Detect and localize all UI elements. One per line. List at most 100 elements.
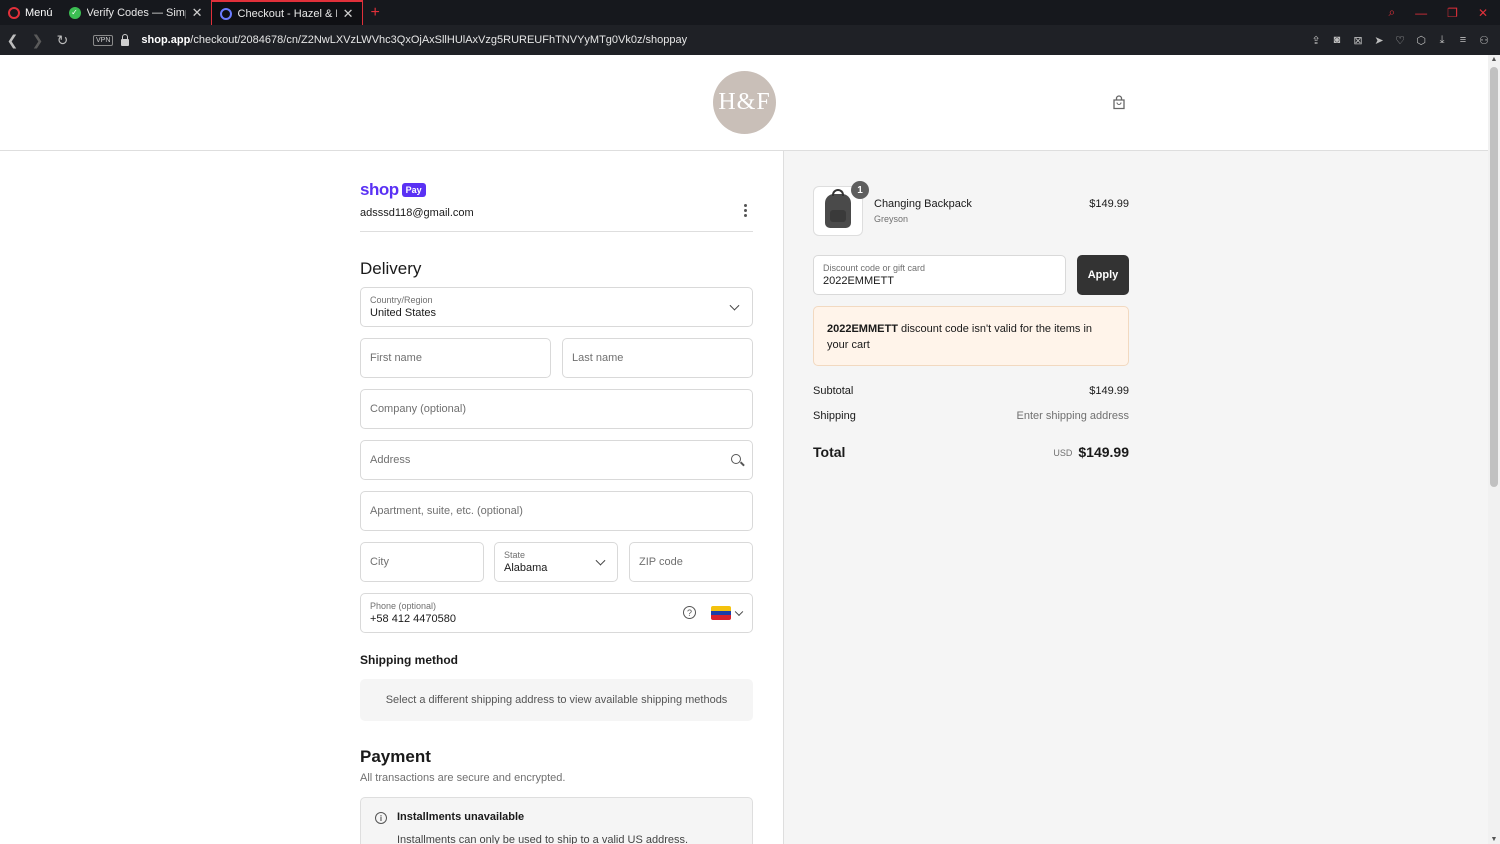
apartment-placeholder: Apartment, suite, etc. (optional) [370, 505, 523, 517]
shipping-value: Enter shipping address [1016, 410, 1129, 422]
first-name-placeholder: First name [370, 352, 422, 364]
help-icon[interactable]: ? [683, 606, 696, 619]
company-placeholder: Company (optional) [370, 403, 466, 415]
address-input[interactable]: Address [360, 440, 753, 480]
restore-icon[interactable]: ❐ [1447, 6, 1458, 20]
total-currency: USD [1053, 448, 1073, 458]
opera-logo-icon [8, 6, 20, 19]
country-select[interactable]: Country/Region United States [360, 287, 753, 327]
shipping-label: Shipping [813, 410, 856, 422]
product-price: $149.99 [1089, 198, 1129, 210]
shipping-method-notice: Select a different shipping address to v… [360, 679, 753, 721]
installments-notice: i Installments unavailable Installments … [360, 797, 753, 844]
product-variant: Greyson [874, 214, 909, 224]
browser-menu-button[interactable]: Menú [0, 0, 61, 25]
apply-discount-button[interactable]: Apply [1077, 255, 1129, 295]
profile-icon[interactable]: ⚇ [1478, 34, 1490, 47]
minimize-icon[interactable]: — [1415, 6, 1427, 20]
tab-verify-codes[interactable]: ✓ Verify Codes — SimplyCodes ✕ [61, 0, 211, 25]
browser-menu-label: Menú [25, 6, 53, 19]
shipping-method-heading: Shipping method [360, 653, 458, 667]
total-value: $149.99 [1078, 444, 1129, 460]
search-icon[interactable] [731, 454, 741, 464]
chevron-down-icon [595, 555, 606, 566]
address-placeholder: Address [370, 454, 411, 466]
share-icon[interactable]: ⇪ [1310, 34, 1322, 47]
account-options-icon[interactable] [744, 204, 747, 217]
discount-error-message: 2022EMMETT discount code isn't valid for… [813, 306, 1129, 366]
total-value-group: USD $149.99 [960, 444, 1129, 460]
delivery-heading: Delivery [360, 259, 422, 278]
url-path: /checkout/2084678/cn/Z2NwLXVzLWVhc3QxOjA… [190, 34, 688, 46]
download-icon[interactable]: ⤓ [1436, 34, 1448, 47]
scroll-down-icon[interactable]: ▼ [1488, 836, 1500, 843]
chevron-down-icon[interactable] [734, 607, 744, 617]
new-tab-button[interactable]: + [363, 4, 388, 22]
apartment-input[interactable]: Apartment, suite, etc. (optional) [360, 491, 753, 531]
tab-close-icon[interactable]: ✕ [192, 5, 203, 21]
shopping-bag-icon[interactable] [1112, 95, 1126, 110]
divider [360, 231, 753, 232]
url-field[interactable]: shop.app/checkout/2084678/cn/Z2NwLXVzLWV… [141, 34, 687, 46]
back-icon[interactable]: ❮ [0, 32, 25, 49]
shop-pay-word: shop [360, 180, 399, 199]
page-scrollbar[interactable]: ▲ ▼ [1488, 55, 1500, 844]
window-controls: ⌕ — ❐ ✕ [1388, 0, 1500, 25]
close-window-icon[interactable]: ✕ [1478, 6, 1488, 20]
payment-subtitle: All transactions are secure and encrypte… [360, 772, 566, 784]
heart-icon[interactable]: ♡ [1394, 34, 1406, 47]
chevron-down-icon [729, 300, 740, 311]
phone-input[interactable]: Phone (optional) +58 412 4470580 ? [360, 593, 753, 633]
last-name-input[interactable]: Last name [562, 338, 753, 378]
state-label: State [504, 550, 526, 560]
store-logo[interactable]: H&F [713, 71, 776, 134]
subtotal-value: $149.99 [1089, 385, 1129, 397]
total-label: Total [813, 444, 846, 460]
scrollbar-thumb[interactable] [1490, 67, 1498, 487]
vpn-badge[interactable]: VPN [93, 34, 114, 46]
first-name-input[interactable]: First name [360, 338, 551, 378]
scroll-up-icon[interactable]: ▲ [1488, 56, 1500, 63]
product-name: Changing Backpack [874, 198, 972, 210]
store-header: H&F [0, 55, 1488, 151]
venezuela-flag-icon[interactable] [711, 606, 731, 620]
browser-toolbar: ⇪ ◙ ⊠ ➤ ♡ ⬡ ⤓ ≡ ⚇ [1310, 25, 1490, 55]
address-bar: ❮ ❯ ↻ VPN shop.app/checkout/2084678/cn/Z… [0, 25, 1500, 55]
backpack-image [825, 189, 851, 228]
zip-placeholder: ZIP code [639, 556, 683, 568]
zip-input[interactable]: ZIP code [629, 542, 753, 582]
extensions-cube-icon[interactable]: ⬡ [1415, 34, 1427, 47]
subtotal-label: Subtotal [813, 385, 854, 397]
shield-icon[interactable]: ⊠ [1352, 34, 1364, 47]
quantity-badge: 1 [851, 181, 869, 199]
tab-close-icon[interactable]: ✕ [343, 6, 354, 22]
shop-pay-pill: Pay [401, 183, 426, 197]
reload-icon[interactable]: ↻ [50, 32, 75, 49]
discount-value: 2022EMMETT [823, 275, 894, 287]
forward-icon[interactable]: ❯ [25, 32, 50, 49]
country-value: United States [370, 307, 437, 319]
simplycodes-favicon-icon: ✓ [68, 6, 81, 19]
last-name-placeholder: Last name [572, 352, 624, 364]
shop-favicon-icon [219, 7, 232, 20]
state-value: Alabama [504, 562, 548, 574]
discount-label: Discount code or gift card [823, 263, 926, 273]
tab-title: Checkout - Hazel & Fawn [237, 7, 337, 20]
company-input[interactable]: Company (optional) [360, 389, 753, 429]
snapshot-icon[interactable]: ◙ [1331, 34, 1343, 46]
tab-checkout[interactable]: Checkout - Hazel & Fawn ✕ [210, 0, 363, 25]
state-select[interactable]: State Alabama [494, 542, 618, 582]
send-icon[interactable]: ➤ [1373, 34, 1385, 47]
search-tabs-icon[interactable]: ⌕ [1388, 5, 1395, 20]
city-input[interactable]: City [360, 542, 484, 582]
tab-title: Verify Codes — SimplyCodes [86, 6, 186, 19]
discount-code-input[interactable]: Discount code or gift card 2022EMMETT [813, 255, 1066, 295]
browser-tab-bar: Menú ✓ Verify Codes — SimplyCodes ✕ Chec… [0, 0, 1500, 25]
installments-title: Installments unavailable [397, 811, 525, 823]
easy-setup-icon[interactable]: ≡ [1457, 34, 1469, 46]
city-placeholder: City [370, 556, 389, 568]
country-label: Country/Region [370, 295, 433, 305]
lock-icon[interactable] [121, 33, 130, 46]
error-code: 2022EMMETT [827, 323, 898, 335]
phone-value: +58 412 4470580 [370, 613, 456, 625]
